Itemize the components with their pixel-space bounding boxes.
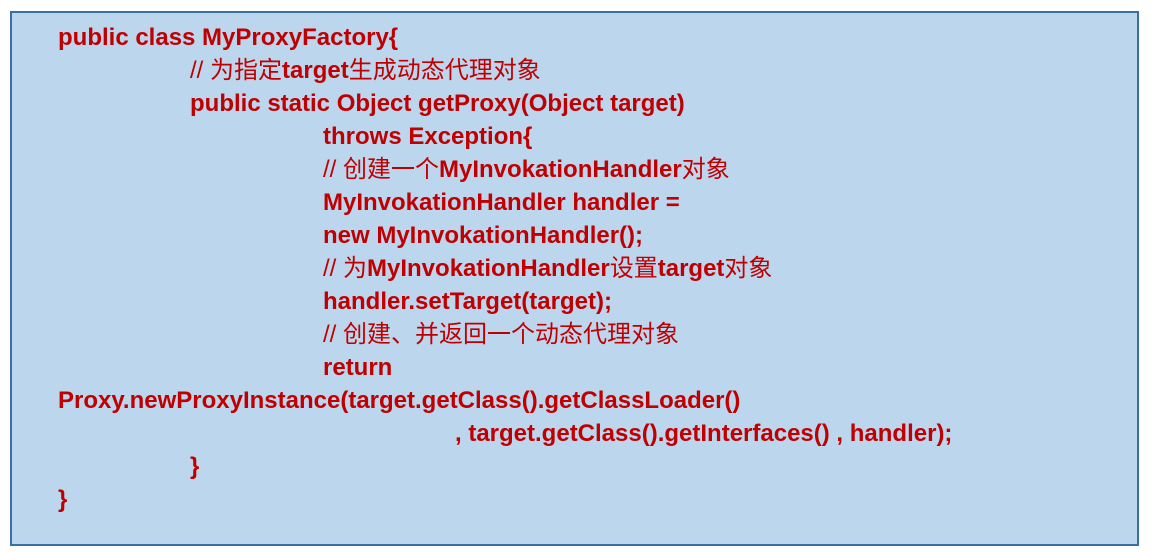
code-line: } (190, 453, 200, 480)
code-line: return (323, 354, 393, 381)
code-comment: // 为指定target生成动态代理对象 (190, 57, 541, 84)
code-comment: // 创建、并返回一个动态代理对象 (323, 321, 680, 348)
code-line: public class MyProxyFactory{ (58, 24, 399, 51)
code-comment: // 为MyInvokationHandler设置target对象 (323, 255, 773, 282)
code-line: } (58, 486, 68, 513)
code-line: MyInvokationHandler handler = (323, 189, 680, 216)
code-line: public static Object getProxy(Object tar… (190, 90, 685, 117)
code-line: handler.setTarget(target); (323, 288, 612, 315)
code-line: throws Exception{ (323, 123, 533, 150)
code-line: new MyInvokationHandler(); (323, 222, 644, 249)
code-comment: // 创建一个MyInvokationHandler对象 (323, 156, 730, 183)
code-panel: public class MyProxyFactory{ // 为指定targe… (10, 11, 1139, 546)
code-line: Proxy.newProxyInstance(target.getClass()… (58, 387, 741, 414)
code-line: , target.getClass().getInterfaces() , ha… (455, 420, 953, 447)
